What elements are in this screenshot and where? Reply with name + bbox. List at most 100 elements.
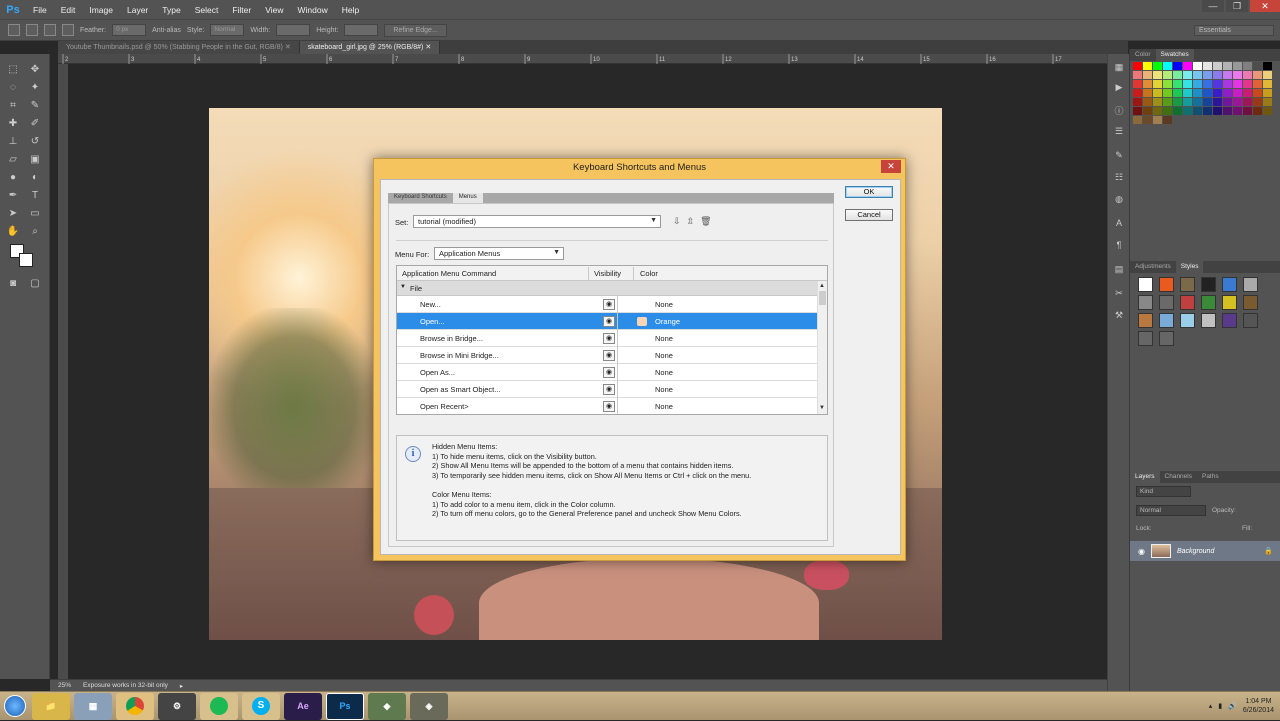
swatch[interactable]: [1263, 71, 1272, 79]
paragraph-icon[interactable]: ¶: [1113, 240, 1125, 252]
swatch[interactable]: [1233, 98, 1242, 106]
gradient-icon[interactable]: ▣: [28, 152, 42, 166]
expand-triangle-icon[interactable]: ▼: [400, 284, 406, 290]
swatch[interactable]: [1193, 116, 1202, 124]
swatch[interactable]: [1133, 89, 1142, 97]
explorer-taskbar-icon[interactable]: 📁: [32, 692, 70, 720]
scroll-thumb[interactable]: [819, 291, 826, 305]
style-preset[interactable]: [1222, 295, 1237, 310]
scroll-up-icon[interactable]: ▲: [819, 283, 825, 289]
tab-close-icon[interactable]: ✕: [285, 44, 291, 51]
swatch[interactable]: [1133, 107, 1142, 115]
swatch[interactable]: [1173, 107, 1182, 115]
color-value[interactable]: Orange: [655, 317, 680, 326]
swatch[interactable]: [1203, 116, 1212, 124]
tab-color[interactable]: Color: [1130, 49, 1156, 61]
minimize-button[interactable]: —: [1202, 0, 1224, 12]
swatch[interactable]: [1263, 80, 1272, 88]
swatch[interactable]: [1223, 98, 1232, 106]
visibility-eye-icon[interactable]: ◉: [603, 384, 615, 395]
style-preset[interactable]: [1243, 313, 1258, 328]
swatch[interactable]: [1143, 71, 1152, 79]
swatch[interactable]: [1153, 98, 1162, 106]
swatch[interactable]: [1253, 89, 1262, 97]
visibility-eye-icon[interactable]: ◉: [603, 350, 615, 361]
subtract-selection-icon[interactable]: [62, 24, 74, 36]
hand-tool-icon[interactable]: ✋: [6, 224, 20, 238]
screen-mode-icon[interactable]: ▢: [28, 276, 42, 290]
style-preset[interactable]: [1138, 295, 1153, 310]
swatch[interactable]: [1183, 98, 1192, 106]
style-preset[interactable]: [1138, 331, 1153, 346]
swatch[interactable]: [1193, 107, 1202, 115]
actions-panel-icon[interactable]: ▶: [1113, 82, 1125, 94]
menu-command-row[interactable]: Browse in Bridge... ◉ None: [397, 330, 817, 347]
dialog-close-button[interactable]: ✕: [881, 160, 901, 173]
history-brush-icon[interactable]: ↺: [28, 134, 42, 148]
lasso-tool-icon[interactable]: ◌: [6, 80, 20, 94]
swatch[interactable]: [1223, 107, 1232, 115]
swatch[interactable]: [1193, 80, 1202, 88]
tab-paths[interactable]: Paths: [1197, 471, 1224, 483]
tab-channels[interactable]: Channels: [1160, 471, 1197, 483]
new-selection-icon[interactable]: [26, 24, 38, 36]
eraser-icon[interactable]: ▱: [6, 152, 20, 166]
menu-for-select[interactable]: Application Menus ▼: [434, 247, 564, 260]
swatch[interactable]: [1163, 80, 1172, 88]
steam-taskbar-icon[interactable]: ⚙: [158, 692, 196, 720]
style-preset[interactable]: [1138, 313, 1153, 328]
restore-button[interactable]: ❐: [1226, 0, 1248, 12]
close-app-button[interactable]: ✕: [1250, 0, 1280, 12]
swatch[interactable]: [1213, 98, 1222, 106]
style-preset[interactable]: [1180, 313, 1195, 328]
menu-view[interactable]: View: [258, 5, 290, 15]
swatch[interactable]: [1253, 62, 1262, 70]
quick-mask-icon[interactable]: ◙: [6, 276, 20, 290]
type-tool-icon[interactable]: T: [28, 188, 42, 202]
style-preset[interactable]: [1201, 277, 1216, 292]
tool-presets-icon[interactable]: ⚒: [1113, 310, 1125, 322]
brush-panel-icon[interactable]: ✎: [1113, 150, 1125, 162]
style-preset[interactable]: [1243, 295, 1258, 310]
menu-command-row[interactable]: Open Recent> ◉ None: [397, 398, 817, 414]
color-value[interactable]: None: [655, 334, 673, 343]
swatch[interactable]: [1263, 62, 1272, 70]
swatch[interactable]: [1223, 62, 1232, 70]
style-preset[interactable]: [1159, 331, 1174, 346]
swatch[interactable]: [1203, 62, 1212, 70]
add-selection-icon[interactable]: [44, 24, 56, 36]
swatch[interactable]: [1153, 116, 1162, 124]
swatch[interactable]: [1243, 107, 1252, 115]
color-value[interactable]: None: [655, 368, 673, 377]
swatch[interactable]: [1203, 71, 1212, 79]
eye-icon[interactable]: ◉: [1138, 547, 1145, 556]
calculator-taskbar-icon[interactable]: ▦: [74, 692, 112, 720]
swatches-grid[interactable]: [1133, 62, 1272, 124]
info-panel-icon[interactable]: ⓘ: [1113, 104, 1125, 116]
visibility-eye-icon[interactable]: ◉: [603, 316, 615, 327]
after-effects-taskbar-icon[interactable]: Ae: [284, 692, 322, 720]
swatch[interactable]: [1213, 89, 1222, 97]
swatch[interactable]: [1193, 62, 1202, 70]
tab-close-icon[interactable]: ✕: [425, 44, 431, 51]
style-select[interactable]: Normal: [210, 24, 245, 36]
swatch[interactable]: [1233, 89, 1242, 97]
color-value[interactable]: None: [655, 385, 673, 394]
shape-tool-icon[interactable]: ▭: [28, 206, 42, 220]
swatch[interactable]: [1263, 89, 1272, 97]
style-preset[interactable]: [1243, 277, 1258, 292]
notes-icon[interactable]: ✂: [1113, 288, 1125, 300]
swatch[interactable]: [1263, 98, 1272, 106]
tab-layers[interactable]: Layers: [1130, 471, 1160, 483]
menu-command-row[interactable]: Open As... ◉ None: [397, 364, 817, 381]
clone-stamp-icon[interactable]: ⊥: [6, 134, 20, 148]
swatch[interactable]: [1253, 116, 1262, 124]
swatch[interactable]: [1133, 116, 1142, 124]
swatch[interactable]: [1133, 62, 1142, 70]
marquee-tool-icon[interactable]: [8, 24, 20, 36]
style-preset[interactable]: [1159, 313, 1174, 328]
style-preset[interactable]: [1159, 277, 1174, 292]
styles-grid[interactable]: [1138, 277, 1261, 346]
layer-comps-icon[interactable]: ▤: [1113, 264, 1125, 276]
swatch[interactable]: [1223, 89, 1232, 97]
